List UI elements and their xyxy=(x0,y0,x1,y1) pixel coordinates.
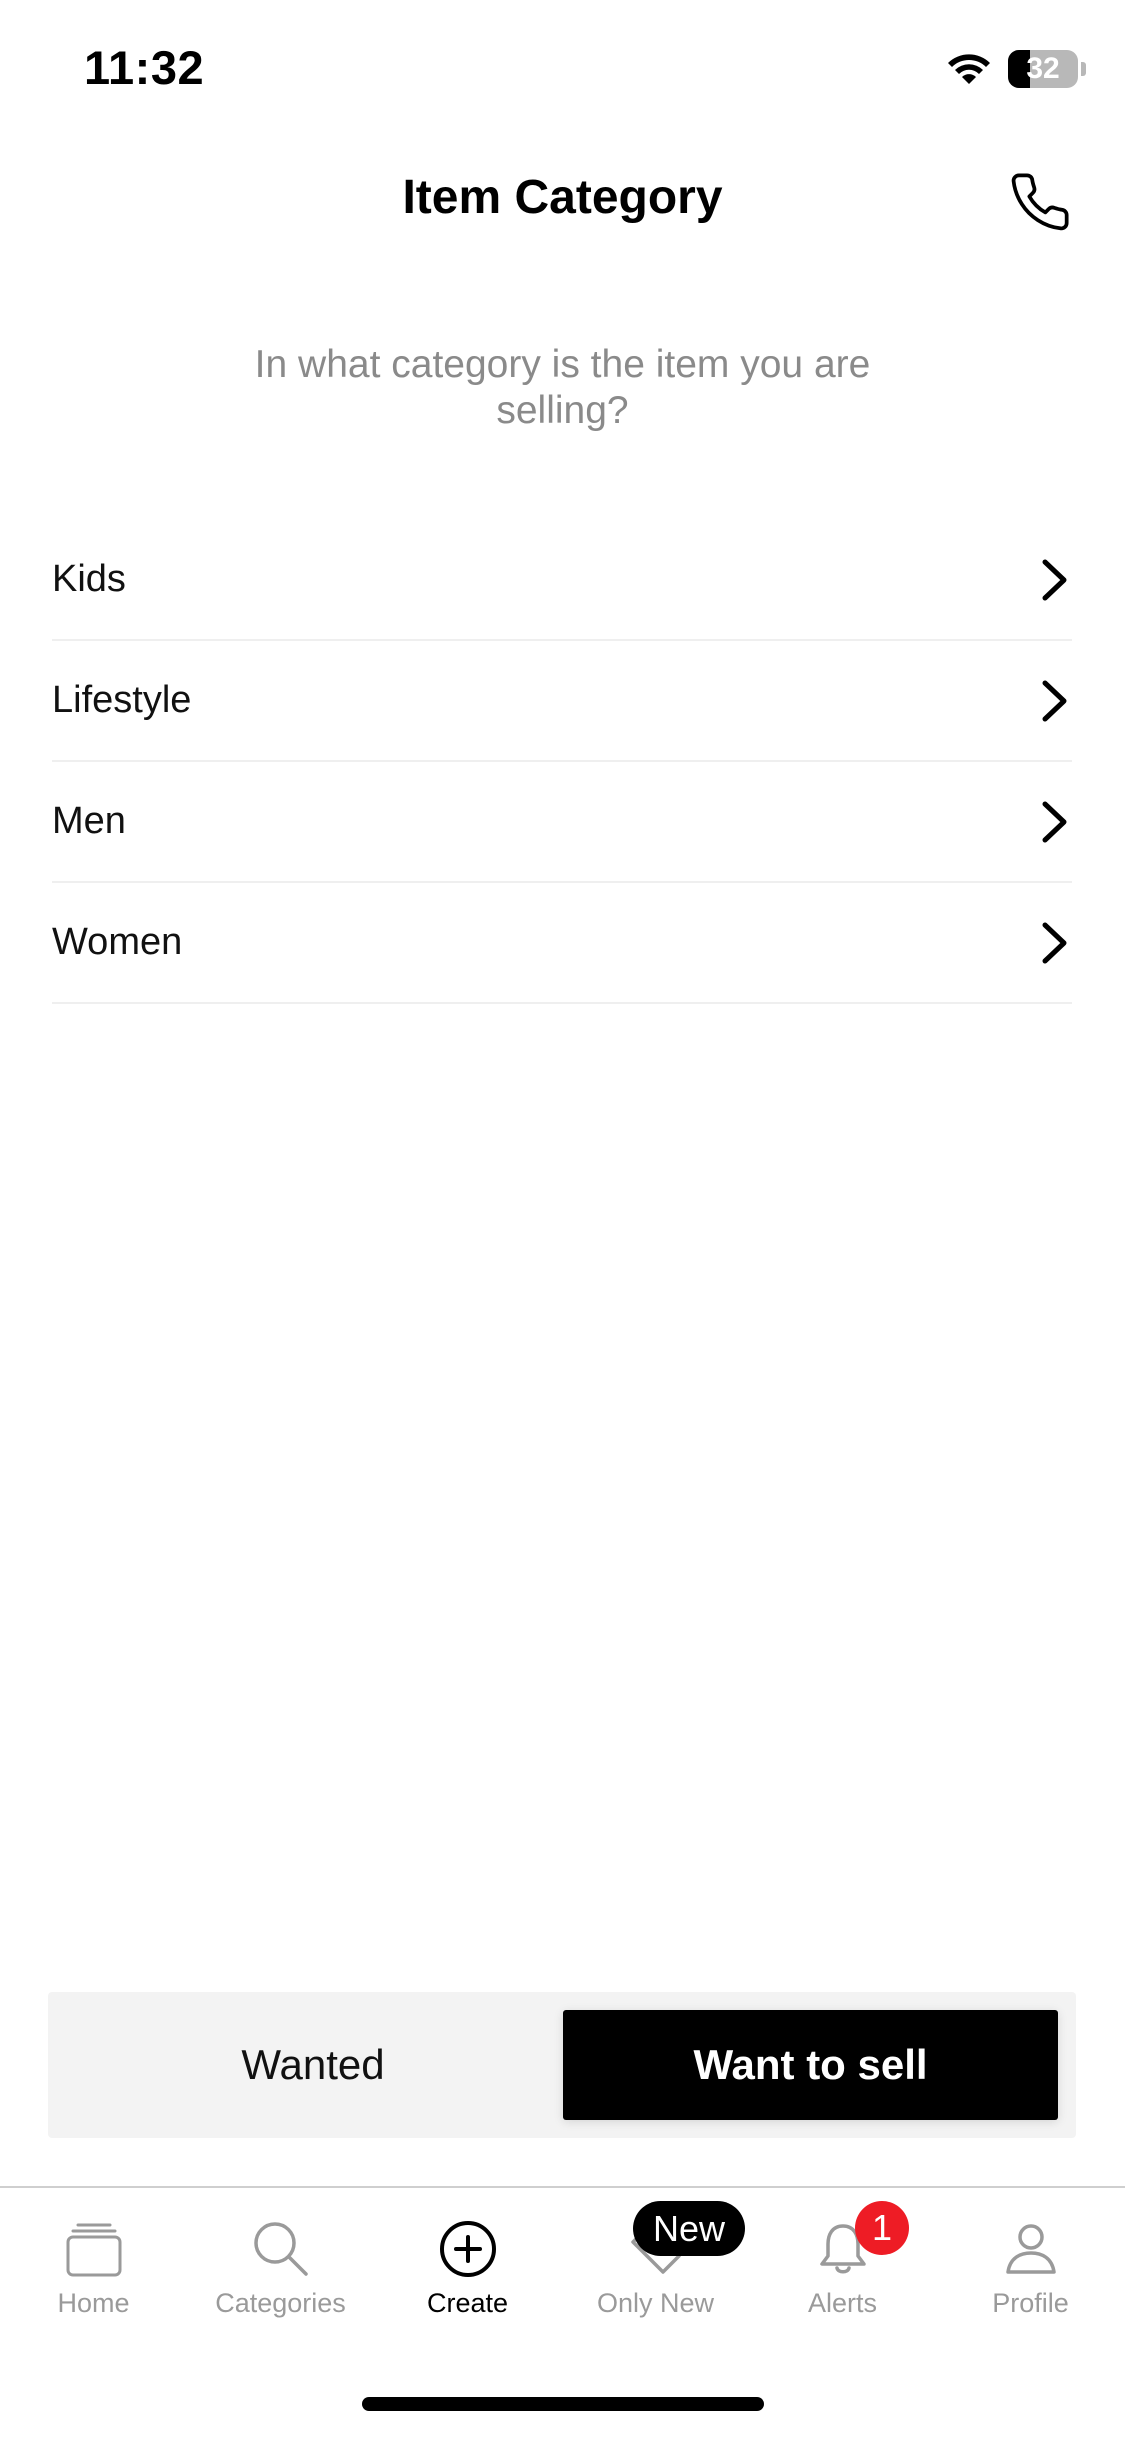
tab-home[interactable]: Home xyxy=(0,2188,187,2338)
tab-label: Categories xyxy=(215,2288,346,2318)
phone-icon xyxy=(1011,173,1069,231)
tab-label: Only New xyxy=(596,2288,715,2318)
call-button[interactable] xyxy=(1000,162,1080,242)
tab-create[interactable]: Create xyxy=(374,2188,561,2338)
chevron-right-icon xyxy=(1042,922,1067,964)
wifi-icon xyxy=(948,54,990,84)
category-label: Women xyxy=(52,921,183,963)
tab-profile[interactable]: Profile xyxy=(937,2188,1124,2338)
person-icon xyxy=(1005,2224,1056,2274)
tab-label: Alerts xyxy=(807,2288,878,2318)
category-item-women[interactable]: Women xyxy=(52,883,1072,1004)
tab-categories[interactable]: Categories xyxy=(187,2188,374,2338)
home-indicator xyxy=(362,2397,764,2411)
chevron-right-icon xyxy=(1042,559,1067,601)
category-item-lifestyle[interactable]: Lifestyle xyxy=(52,641,1072,762)
category-prompt: In what category is the item you are sel… xyxy=(254,343,871,432)
category-item-men[interactable]: Men xyxy=(52,762,1072,883)
category-item-kids[interactable]: Kids xyxy=(52,520,1072,641)
plus-circle-icon xyxy=(439,2221,496,2277)
battery-icon: 32 xyxy=(1008,50,1086,88)
status-time: 11:32 xyxy=(84,41,205,94)
wanted-option[interactable]: Wanted xyxy=(48,1992,578,2138)
chevron-right-icon xyxy=(1042,680,1067,722)
battery-level: 32 xyxy=(1026,52,1060,85)
category-label: Men xyxy=(52,800,126,842)
page-title: Item Category xyxy=(402,171,723,224)
listing-type-toggle: Wanted Want to sell xyxy=(48,1992,1076,2138)
category-label: Lifestyle xyxy=(52,679,192,721)
tab-label: Create xyxy=(426,2288,509,2318)
new-badge: New xyxy=(633,2201,745,2256)
header: Item Category xyxy=(0,150,1125,250)
tab-label: Profile xyxy=(992,2288,1069,2318)
alert-count-badge: 1 xyxy=(855,2201,909,2255)
chevron-right-icon xyxy=(1042,801,1067,843)
want-to-sell-option[interactable]: Want to sell xyxy=(563,2010,1058,2120)
status-bar: 11:32 32 xyxy=(0,0,1125,132)
search-icon xyxy=(253,2222,308,2276)
tab-label: Home xyxy=(57,2288,130,2318)
category-label: Kids xyxy=(52,558,126,600)
tab-alerts[interactable]: Alerts xyxy=(749,2188,936,2338)
category-list: Kids Lifestyle Men Women xyxy=(52,520,1072,1004)
cards-stack-icon xyxy=(66,2223,121,2277)
